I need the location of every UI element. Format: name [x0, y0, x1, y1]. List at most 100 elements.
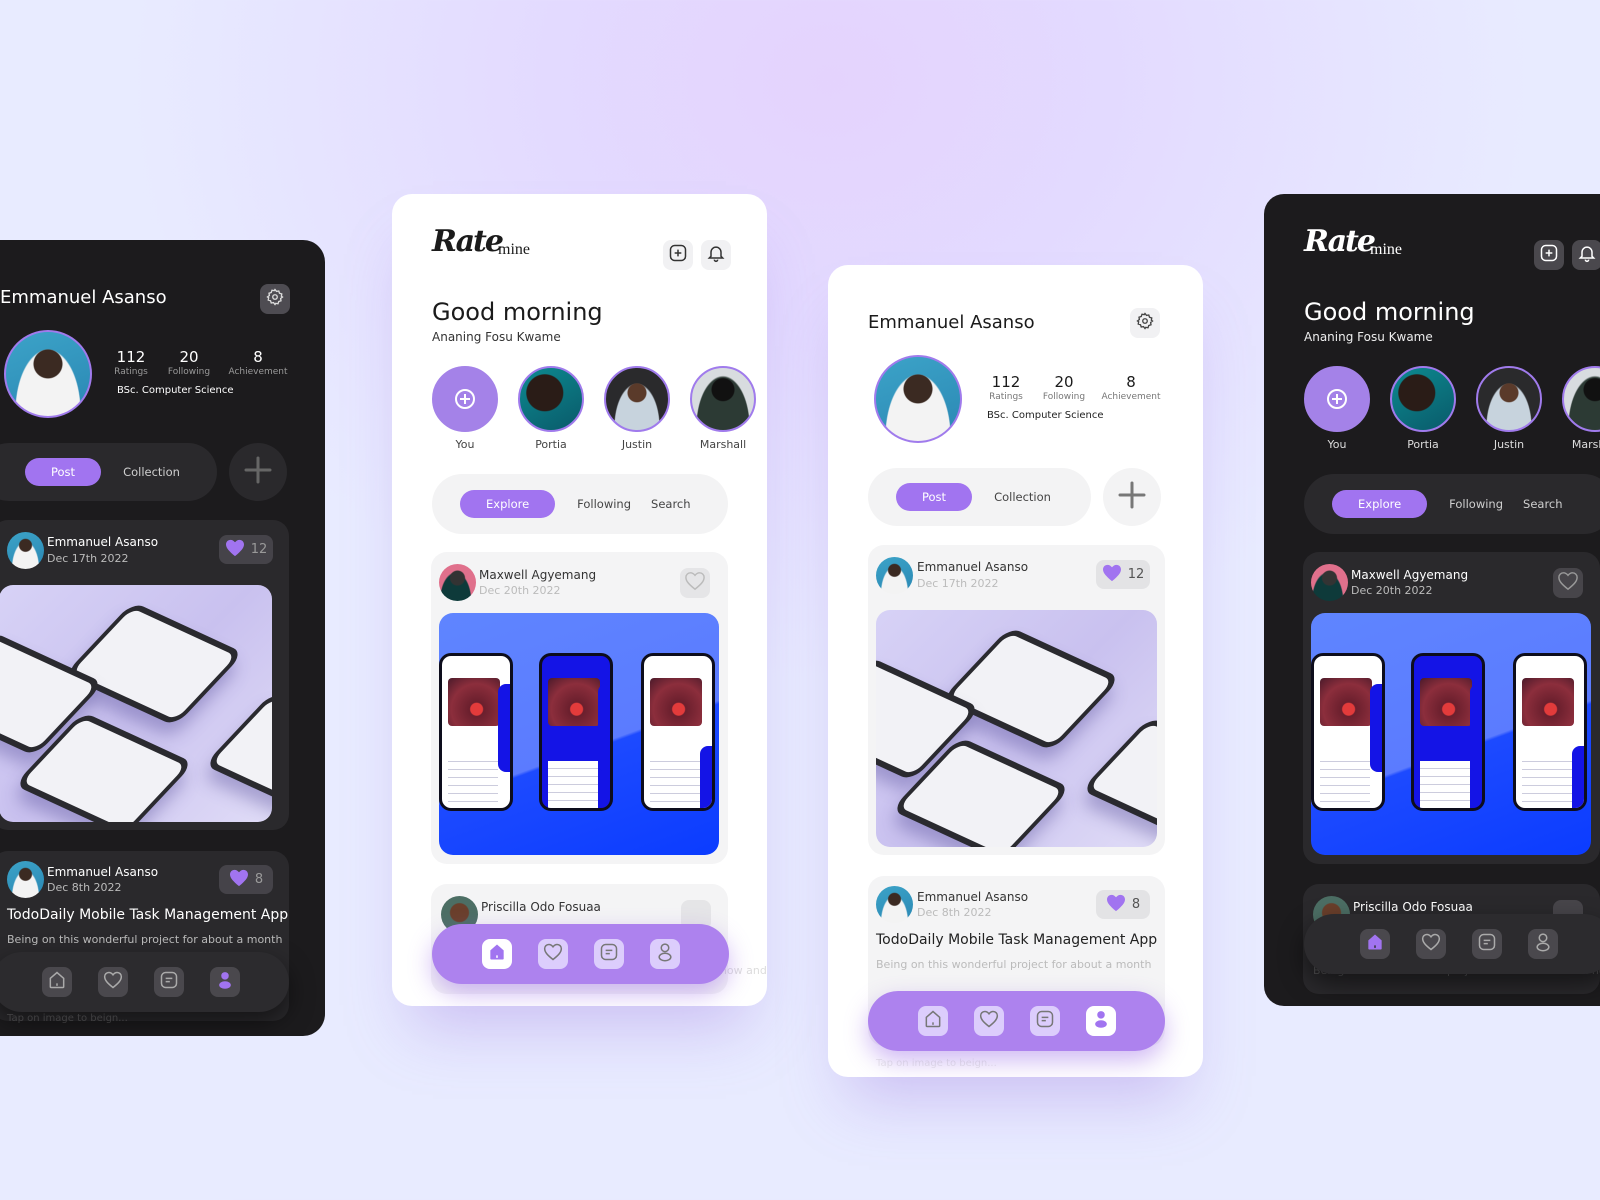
- like-button[interactable]: 8: [219, 865, 273, 894]
- light-profile-screen: Emmanuel Asanso 112 Ratings 20 Following 8…: [828, 265, 1203, 1077]
- post-author: Priscilla Odo Fosuaa: [1353, 900, 1473, 914]
- heart-icon: [1421, 932, 1441, 956]
- like-button[interactable]: [680, 568, 710, 598]
- post-image[interactable]: [876, 610, 1157, 847]
- profile-avatar[interactable]: [4, 330, 92, 418]
- story-marshall[interactable]: Marshall: [1562, 366, 1600, 451]
- post-author: Emmanuel Asanso: [917, 560, 1029, 574]
- stat-ratings: 112 Ratings: [114, 348, 148, 377]
- nav-favorites[interactable]: [537, 939, 568, 969]
- notifications-button[interactable]: [701, 240, 731, 270]
- heart-icon: [103, 970, 123, 994]
- nav-posts[interactable]: [593, 939, 624, 969]
- post-card[interactable]: Emmanuel Asanso Dec 17th 2022 12: [868, 545, 1165, 855]
- post-date: Dec 20th 2022: [479, 584, 561, 597]
- story-justin[interactable]: Justin: [1476, 366, 1542, 451]
- like-button[interactable]: 8: [1096, 890, 1150, 919]
- story-marshall[interactable]: Marshall: [690, 366, 756, 451]
- profile-icon: [215, 970, 235, 994]
- story-portia[interactable]: Portia: [518, 366, 584, 451]
- tab-search[interactable]: Search: [641, 490, 701, 518]
- nav-favorites[interactable]: [97, 967, 128, 997]
- tab-collection[interactable]: Collection: [984, 483, 1061, 511]
- heart-icon: [543, 942, 563, 966]
- like-button[interactable]: 12: [1096, 560, 1150, 589]
- profile-avatar[interactable]: [874, 355, 962, 443]
- app-logo: Ratemine: [432, 224, 531, 259]
- nav-profile[interactable]: [649, 939, 680, 969]
- gear-icon: [266, 288, 284, 310]
- dark-profile-screen: Emmanuel Asanso 112 Ratings 20 Following 8…: [0, 240, 325, 1036]
- add-button[interactable]: [1534, 240, 1564, 270]
- profile-name: Emmanuel Asanso: [0, 287, 167, 308]
- stat-achievement: 8 Achievement: [1101, 373, 1161, 402]
- tab-post[interactable]: Post: [896, 483, 973, 511]
- tab-collection[interactable]: Collection: [113, 458, 190, 486]
- tab-search[interactable]: Search: [1513, 490, 1573, 518]
- nav-home[interactable]: [41, 967, 72, 997]
- tab-post[interactable]: Post: [25, 458, 102, 486]
- nav-favorites[interactable]: [1416, 929, 1446, 959]
- heart-icon: [1557, 571, 1579, 595]
- post-author: Priscilla Odo Fosuaa: [481, 900, 601, 914]
- add-button[interactable]: [663, 240, 693, 270]
- bottom-nav: [868, 991, 1165, 1051]
- light-home-screen: Ratemine Good morning Ananing Fosu Kwame…: [392, 194, 767, 1006]
- post-author-avatar: [7, 861, 44, 898]
- story-you[interactable]: You: [1304, 366, 1370, 451]
- post-image[interactable]: [0, 585, 272, 822]
- post-author-avatar: [7, 532, 44, 569]
- story-justin[interactable]: Justin: [604, 366, 670, 451]
- home-icon: [923, 1009, 943, 1033]
- gear-icon: [1136, 312, 1154, 334]
- document-icon: [159, 970, 179, 994]
- stat-achievement: 8 Achievement: [228, 348, 288, 377]
- story-you[interactable]: You: [432, 366, 498, 451]
- notifications-button[interactable]: [1572, 240, 1600, 270]
- heart-filled-icon: [1106, 894, 1126, 916]
- post-image[interactable]: [1311, 613, 1591, 855]
- stat-following: 20 Following: [167, 348, 211, 377]
- post-image[interactable]: [439, 613, 719, 855]
- settings-button[interactable]: [260, 284, 290, 314]
- settings-button[interactable]: [1130, 308, 1160, 338]
- username: Ananing Fosu Kwame: [1304, 330, 1433, 344]
- nav-profile[interactable]: [1528, 929, 1558, 959]
- greeting: Good morning: [1304, 298, 1475, 326]
- nav-posts[interactable]: [153, 967, 184, 997]
- tab-explore[interactable]: Explore: [460, 490, 556, 518]
- bottom-nav: [432, 924, 729, 984]
- post-author-avatar: [439, 564, 476, 601]
- add-post-button[interactable]: [229, 443, 287, 501]
- home-icon: [1365, 932, 1385, 956]
- post-card[interactable]: Emmanuel Asanso Dec 17th 2022 12: [0, 520, 289, 830]
- post-date: Dec 20th 2022: [1351, 584, 1433, 597]
- nav-favorites[interactable]: [973, 1006, 1004, 1036]
- profile-tabs: Post Collection: [868, 468, 1091, 526]
- tab-following[interactable]: Following: [1439, 490, 1513, 518]
- like-button[interactable]: 12: [219, 535, 273, 564]
- nav-posts[interactable]: [1029, 1006, 1060, 1036]
- home-icon: [47, 970, 67, 994]
- hint-text: Tap on image to beign...: [876, 1058, 997, 1069]
- like-button[interactable]: [1553, 568, 1583, 598]
- nav-profile[interactable]: [209, 967, 240, 997]
- nav-posts[interactable]: [1472, 929, 1502, 959]
- nav-profile[interactable]: [1085, 1006, 1116, 1036]
- post-title: TodoDaily Mobile Task Management App: [876, 932, 1158, 948]
- add-post-button[interactable]: [1103, 468, 1161, 526]
- plus-icon: [1117, 480, 1147, 514]
- story-portia[interactable]: Portia: [1390, 366, 1456, 451]
- tab-following[interactable]: Following: [567, 490, 641, 518]
- app-logo: Ratemine: [1304, 224, 1403, 259]
- nav-home[interactable]: [481, 939, 512, 969]
- nav-home[interactable]: [1360, 929, 1390, 959]
- nav-home[interactable]: [917, 1006, 948, 1036]
- post-card[interactable]: Maxwell Agyemang Dec 20th 2022: [1303, 552, 1600, 864]
- tab-explore[interactable]: Explore: [1332, 490, 1428, 518]
- profile-degree: BSc. Computer Science: [987, 410, 1104, 421]
- profile-name: Emmanuel Asanso: [868, 312, 1035, 333]
- post-card[interactable]: Maxwell Agyemang Dec 20th 2022: [431, 552, 728, 864]
- username: Ananing Fosu Kwame: [432, 330, 561, 344]
- post-title: TodoDaily Mobile Task Management App: [7, 907, 289, 923]
